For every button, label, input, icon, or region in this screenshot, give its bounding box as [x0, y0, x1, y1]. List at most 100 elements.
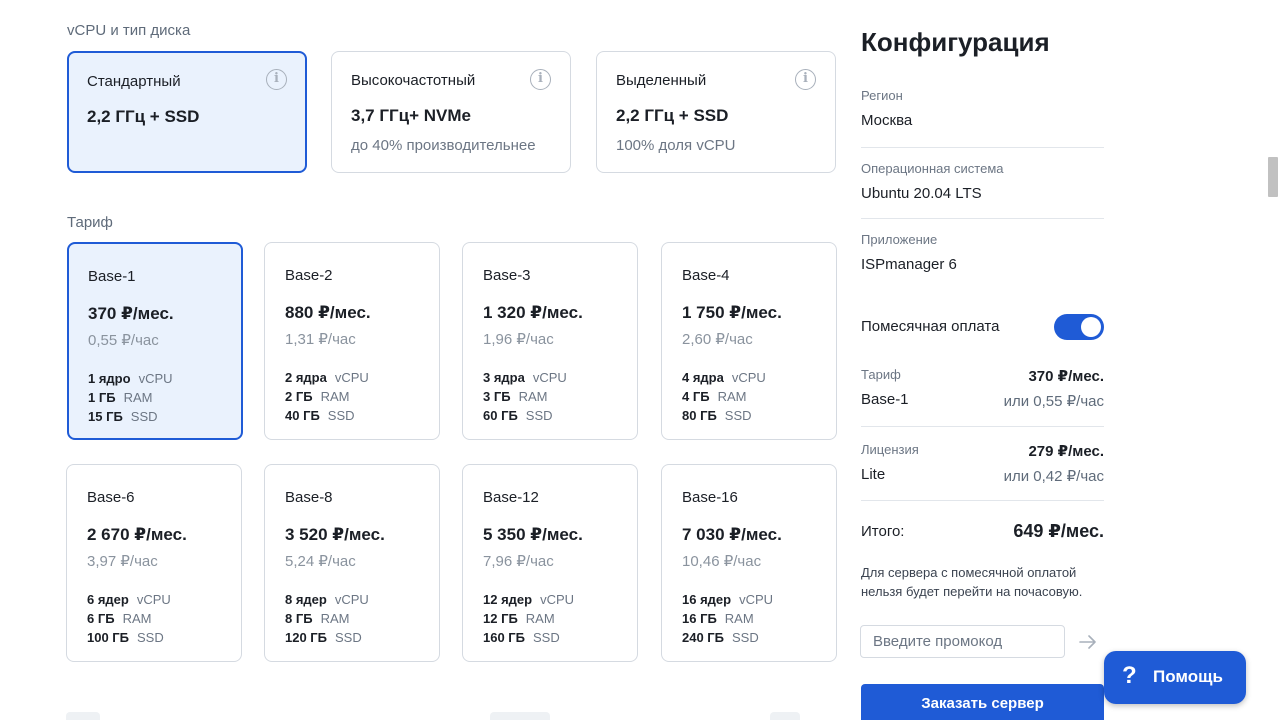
tariff-ssd: 240 ГБ SSD — [682, 630, 759, 645]
ssd-unit: SSD — [327, 408, 355, 423]
ssd-unit: SSD — [335, 630, 362, 645]
region-value[interactable]: Москва — [861, 112, 912, 129]
disk-option-standard[interactable]: Стандартный i 2,2 ГГц + SSD — [67, 51, 307, 173]
license-label: Лицензия — [861, 442, 919, 457]
cpu-unit: vCPU — [334, 370, 369, 385]
ssd-unit: SSD — [137, 630, 164, 645]
tariff-cpu: 6 ядер vCPU — [87, 592, 171, 607]
tariff-hourly: 10,46 ₽/час — [682, 553, 762, 570]
tariff-hourly: 3,97 ₽/час — [87, 553, 158, 570]
tariff-ram: 1 ГБ RAM — [88, 390, 152, 405]
ssd-value: 240 ГБ — [682, 630, 725, 645]
tariff-ram: 16 ГБ RAM — [682, 611, 754, 626]
tariff-card-base-4[interactable]: Base-4 1 750 ₽/мес. 2,60 ₽/час 4 ядра vCPU 4 … — [661, 242, 837, 440]
tariff-ram: 12 ГБ RAM — [483, 611, 555, 626]
ram-unit: RAM — [525, 611, 555, 626]
tariff-card-base-3[interactable]: Base-3 1 320 ₽/мес. 1,96 ₽/час 3 ядра vCPU 3 … — [462, 242, 638, 440]
tariff-ssd: 160 ГБ SSD — [483, 630, 560, 645]
monthly-payment-label: Помесячная оплата — [861, 318, 1000, 335]
ssd-value: 15 ГБ — [88, 409, 123, 424]
tariff-ram: 6 ГБ RAM — [87, 611, 151, 626]
ram-unit: RAM — [123, 390, 153, 405]
disk-option-subtitle: до 40% производительнее — [351, 137, 536, 154]
tariff-card-base-16[interactable]: Base-16 7 030 ₽/мес. 10,46 ₽/час 16 ядер vCP… — [661, 464, 837, 662]
info-icon[interactable]: i — [266, 69, 287, 90]
tariff-cpu: 16 ядер vCPU — [682, 592, 773, 607]
tariff-ssd: 80 ГБ SSD — [682, 408, 752, 423]
ssd-unit: SSD — [724, 408, 752, 423]
help-label: Помощь — [1153, 667, 1223, 686]
tariff-card-base-1[interactable]: Base-1 370 ₽/мес. 0,55 ₽/час 1 ядро vCPU 1 ГБ… — [67, 242, 243, 440]
ram-value: 12 ГБ — [483, 611, 518, 626]
config-title: Конфигурация — [861, 27, 1050, 57]
tariff-price: 880 ₽/мес. — [285, 303, 371, 322]
ssd-value: 60 ГБ — [483, 408, 518, 423]
tariff-name: Base-2 — [285, 267, 333, 284]
scrollbar-thumb[interactable] — [1268, 157, 1278, 197]
tariff-hourly: 1,96 ₽/час — [483, 331, 554, 348]
tariff-name: Base-4 — [682, 267, 730, 284]
tariff-summary-name: Base-1 — [861, 391, 909, 408]
scrollbar[interactable] — [1266, 0, 1280, 720]
tariff-cpu: 8 ядер vCPU — [285, 592, 369, 607]
tariff-cpu: 3 ядра vCPU — [483, 370, 567, 385]
tariff-cpu: 12 ядер vCPU — [483, 592, 574, 607]
tariff-ram: 4 ГБ RAM — [682, 389, 746, 404]
ram-value: 2 ГБ — [285, 389, 313, 404]
license-price: 279 ₽/мес. — [1028, 443, 1104, 460]
tariff-ssd: 15 ГБ SSD — [88, 409, 158, 424]
monthly-payment-note: Для сервера с помесячной оплатой нельзя … — [861, 565, 1083, 599]
info-icon[interactable]: i — [795, 69, 816, 90]
divider — [861, 500, 1104, 501]
tariff-hourly: 7,96 ₽/час — [483, 553, 554, 570]
ram-unit: RAM — [122, 611, 152, 626]
tariff-cpu: 4 ядра vCPU — [682, 370, 766, 385]
ram-unit: RAM — [320, 389, 350, 404]
license-hourly: или 0,42 ₽/час — [1003, 468, 1104, 485]
ssd-value: 40 ГБ — [285, 408, 320, 423]
ram-unit: RAM — [724, 611, 754, 626]
arrow-right-icon[interactable] — [1077, 631, 1099, 653]
tariff-name: Base-8 — [285, 489, 333, 506]
promo-code-input[interactable] — [860, 625, 1065, 658]
tariff-cpu: 1 ядро vCPU — [88, 371, 173, 386]
tariff-card-base-12[interactable]: Base-12 5 350 ₽/мес. 7,96 ₽/час 12 ядер vCPU… — [462, 464, 638, 662]
tariff-card-base-2[interactable]: Base-2 880 ₽/мес. 1,31 ₽/час 2 ядра vCPU 2 ГБ… — [264, 242, 440, 440]
cpu-value: 16 ядер — [682, 592, 732, 607]
help-button[interactable]: ? Помощь — [1104, 651, 1246, 704]
tariff-price: 1 750 ₽/мес. — [682, 303, 782, 322]
cpu-value: 4 ядра — [682, 370, 724, 385]
order-server-button[interactable]: Заказать сервер — [861, 684, 1104, 720]
ram-value: 8 ГБ — [285, 611, 313, 626]
cpu-value: 6 ядер — [87, 592, 129, 607]
cpu-unit: vCPU — [731, 370, 766, 385]
tariff-ssd: 60 ГБ SSD — [483, 408, 553, 423]
total-value: 649 ₽/мес. — [1013, 521, 1104, 541]
disk-option-dedicated[interactable]: Выделенный i 2,2 ГГц + SSD 100% доля vCP… — [596, 51, 836, 173]
disk-option-high-frequency[interactable]: Высокочастотный i 3,7 ГГц+ NVMe до 40% п… — [331, 51, 571, 173]
partial-element — [490, 712, 550, 720]
app-value[interactable]: ISPmanager 6 — [861, 256, 957, 273]
info-icon[interactable]: i — [530, 69, 551, 90]
ram-unit: RAM — [320, 611, 350, 626]
tariff-ssd: 100 ГБ SSD — [87, 630, 164, 645]
cpu-value: 3 ядра — [483, 370, 525, 385]
disk-option-name: Высокочастотный — [351, 72, 476, 89]
tariff-name: Base-16 — [682, 489, 738, 506]
tariff-card-base-8[interactable]: Base-8 3 520 ₽/мес. 5,24 ₽/час 8 ядер vCPU 8 … — [264, 464, 440, 662]
tariff-ram: 8 ГБ RAM — [285, 611, 349, 626]
cpu-unit: vCPU — [540, 592, 575, 607]
ram-value: 16 ГБ — [682, 611, 717, 626]
divider — [861, 426, 1104, 427]
tariff-ssd: 40 ГБ SSD — [285, 408, 355, 423]
disk-option-name: Стандартный — [87, 73, 181, 90]
ram-unit: RAM — [717, 389, 747, 404]
os-value[interactable]: Ubuntu 20.04 LTS — [861, 185, 982, 202]
monthly-payment-toggle[interactable] — [1054, 314, 1104, 340]
tariff-hourly: 5,24 ₽/час — [285, 553, 356, 570]
tariff-card-base-6[interactable]: Base-6 2 670 ₽/мес. 3,97 ₽/час 6 ядер vCPU 6 … — [66, 464, 242, 662]
ssd-unit: SSD — [533, 630, 560, 645]
tariff-price: 370 ₽/мес. — [88, 304, 174, 323]
cpu-value: 1 ядро — [88, 371, 131, 386]
ram-value: 6 ГБ — [87, 611, 115, 626]
